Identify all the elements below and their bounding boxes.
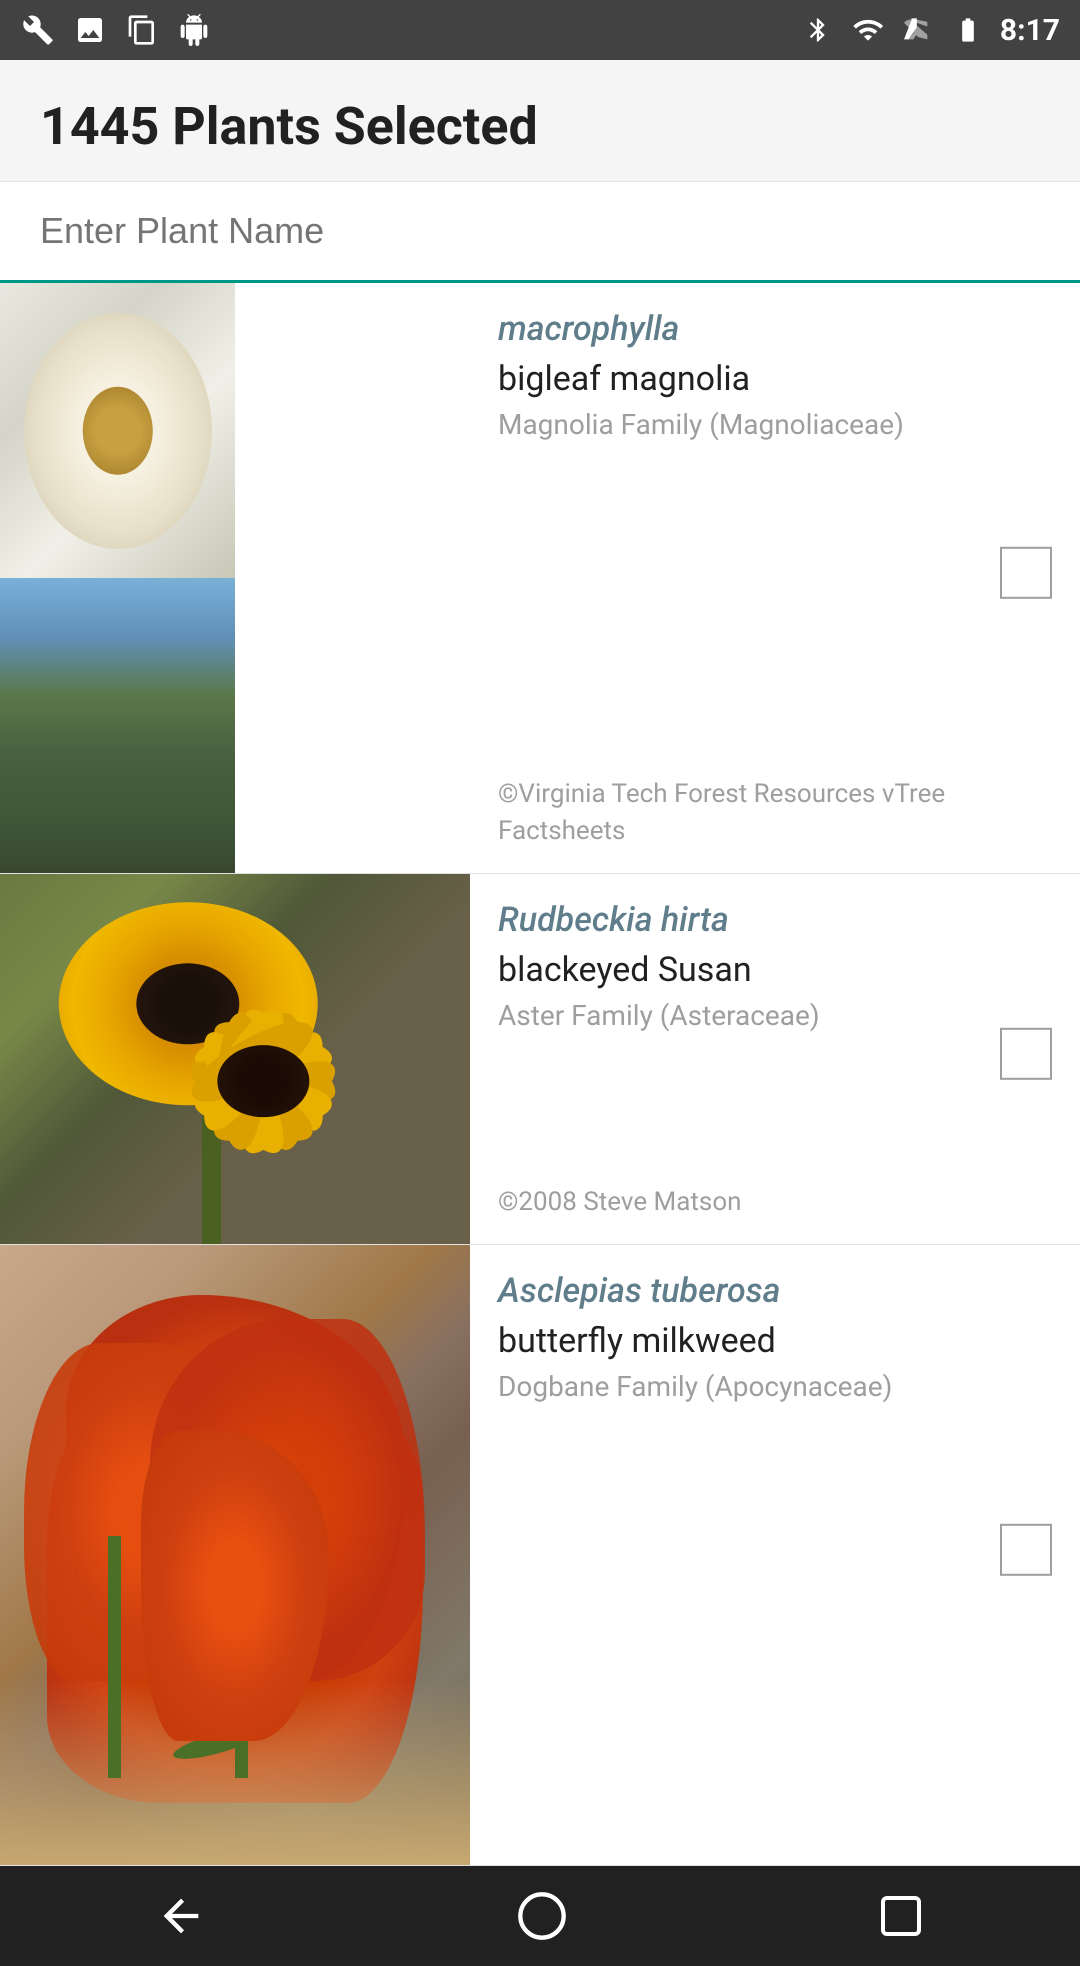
- bluetooth-icon: [800, 12, 836, 48]
- signal-icon: [900, 12, 936, 48]
- plant-family-magnolia: Magnolia Family (Magnoliaceae): [498, 405, 1052, 444]
- plant-list: macrophylla bigleaf magnolia Magnolia Fa…: [0, 283, 1080, 1866]
- plant-image-rudbeckia: [0, 874, 470, 1244]
- plant-common-asclepias: butterfly milkweed: [498, 1321, 1052, 1361]
- plant-checkbox-rudbeckia[interactable]: [1000, 1028, 1052, 1080]
- plant-info-rudbeckia: Rudbeckia hirta blackeyed Susan Aster Fa…: [470, 874, 1080, 1244]
- status-bar: 8:17: [0, 0, 1080, 60]
- plant-copyright-magnolia: ©Virginia Tech Forest Resources vTree Fa…: [498, 760, 1052, 849]
- nav-recents-button[interactable]: [877, 1892, 925, 1940]
- page-title: 1445 Plants Selected: [40, 96, 1040, 157]
- plant-copyright-rudbeckia: ©2008 Steve Matson: [498, 1168, 1052, 1220]
- plant-item-magnolia[interactable]: macrophylla bigleaf magnolia Magnolia Fa…: [0, 283, 1080, 874]
- plant-scientific-rudbeckia: Rudbeckia hirta: [498, 898, 1052, 942]
- plant-info-magnolia: macrophylla bigleaf magnolia Magnolia Fa…: [470, 283, 1080, 873]
- wrench-icon: [20, 12, 56, 48]
- plant-scientific-magnolia: macrophylla: [498, 307, 1052, 351]
- plant-item-asclepias[interactable]: Asclepias tuberosa butterfly milkweed Do…: [0, 1245, 1080, 1866]
- wifi-icon: [850, 12, 886, 48]
- plant-images-magnolia: [0, 283, 470, 873]
- plant-checkbox-magnolia[interactable]: [1000, 547, 1052, 599]
- nav-home-button[interactable]: [516, 1890, 568, 1942]
- plant-info-asclepias: Asclepias tuberosa butterfly milkweed Do…: [470, 1245, 1080, 1865]
- plant-img-trees: [0, 578, 235, 873]
- search-container[interactable]: [0, 182, 1080, 283]
- plant-scientific-asclepias: Asclepias tuberosa: [498, 1269, 1052, 1313]
- plant-checkbox-asclepias[interactable]: [1000, 1524, 1052, 1576]
- search-input[interactable]: [40, 182, 1040, 280]
- status-time: 8:17: [1000, 13, 1060, 48]
- android-icon: [176, 12, 212, 48]
- battery-icon: [950, 12, 986, 48]
- plant-img-magnolia-flower: [0, 283, 235, 578]
- plant-image-asclepias: [0, 1245, 470, 1865]
- plant-family-rudbeckia: Aster Family (Asteraceae): [498, 996, 1052, 1035]
- download-icon: [124, 12, 160, 48]
- plant-family-asclepias: Dogbane Family (Apocynaceae): [498, 1367, 1052, 1406]
- header: 1445 Plants Selected: [0, 60, 1080, 182]
- status-icons-left: [20, 12, 212, 48]
- plant-item-rudbeckia[interactable]: Rudbeckia hirta blackeyed Susan Aster Fa…: [0, 874, 1080, 1245]
- image-icon: [72, 12, 108, 48]
- nav-bar: [0, 1866, 1080, 1966]
- status-icons-right: 8:17: [800, 12, 1060, 48]
- nav-back-button[interactable]: [155, 1890, 207, 1942]
- plant-img-magnolia-bark: [235, 283, 470, 873]
- plant-common-magnolia: bigleaf magnolia: [498, 359, 1052, 399]
- plant-common-rudbeckia: blackeyed Susan: [498, 950, 1052, 990]
